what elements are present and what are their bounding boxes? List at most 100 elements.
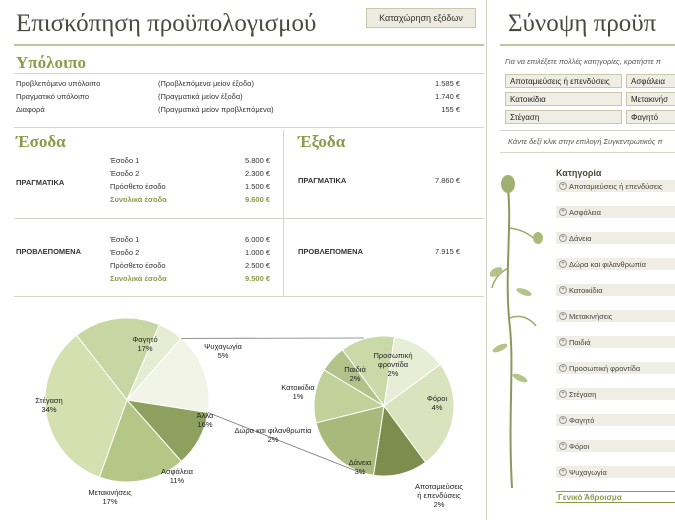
category-item[interactable]: + Αποταμιεύσεις ή επενδύσεις	[556, 180, 675, 192]
balance-value: 1.740 €	[434, 92, 460, 101]
expand-icon[interactable]: +	[559, 442, 567, 450]
category-item[interactable]: + Προσωπική φροντίδα	[556, 362, 675, 374]
income-row: Έσοδο 1 5.800 €	[110, 156, 270, 169]
expenses-actual-value: 7.860 €	[434, 176, 460, 185]
expand-icon[interactable]: +	[559, 364, 567, 372]
category-item-label: Δάνεια	[569, 233, 592, 243]
balance-label: Προβλεπόμενο υπόλοιπο	[16, 79, 101, 88]
category-item-label: Μετακινήσεις	[569, 311, 613, 321]
expand-icon[interactable]: +	[559, 208, 567, 216]
category-item-label: Στέγαση	[569, 389, 597, 399]
expand-icon[interactable]: +	[559, 260, 567, 268]
category-item[interactable]: + Φαγητό	[556, 414, 675, 426]
income-total-value: 9.500 €	[244, 274, 270, 283]
income-total-row: Συνολικά έσοδα 9.500 €	[110, 274, 270, 287]
category-item[interactable]: + Παιδιά	[556, 336, 675, 348]
slicer-hint: Για να επιλέξετε πολλές κατηγορίες, κρατ…	[505, 57, 661, 66]
pivot-divider	[500, 152, 675, 153]
slicer-divider	[500, 130, 675, 131]
expand-icon[interactable]: +	[559, 234, 567, 242]
income-total-row: Συνολικά έσοδα 9.600 €	[110, 195, 270, 208]
sheet-separator	[486, 0, 487, 520]
budget-overview-title: Επισκόπηση προϋπολογισμού	[16, 10, 317, 37]
slicer-transport[interactable]: Μετακινήσ	[626, 92, 675, 106]
category-item-label: Ψυχαγωγία	[569, 467, 607, 477]
income-expenses-separator	[283, 130, 284, 296]
category-item[interactable]: + Φόροι	[556, 440, 675, 452]
budget-summary-title: Σύνοψη προϋπ	[508, 10, 657, 37]
income-row-label: Πρόσθετο έσοδο	[110, 261, 166, 270]
income-row-value: 2.500 €	[244, 261, 270, 270]
expand-icon[interactable]: +	[559, 468, 567, 476]
category-item[interactable]: + Κατοικίδια	[556, 284, 675, 296]
income-mid-divider	[14, 218, 484, 219]
summary-title-divider	[500, 44, 675, 46]
income-row-label: Έσοδο 1	[110, 235, 140, 244]
category-item-label: Κατοικίδια	[569, 285, 603, 295]
pie-label-μετακινήσεις: Μετακινήσεις 17%	[88, 488, 132, 506]
category-item-label: Ασφάλεια	[569, 207, 601, 217]
pie-label-κατοικίδια: Κατοικίδια 1%	[281, 383, 315, 401]
income-row: Έσοδο 2 2.300 €	[110, 169, 270, 182]
plant-illustration-icon	[490, 175, 543, 489]
category-item-label: Φόροι	[569, 441, 590, 451]
slicer-pets[interactable]: Κατοικίδια	[505, 92, 622, 106]
pie-label-άλλα: Άλλα 16%	[197, 411, 214, 429]
income-total-label: Συνολικά έσοδα	[110, 274, 167, 283]
category-item-label: Προσωπική φροντίδα	[569, 363, 641, 373]
income-row-label: Έσοδο 2	[110, 169, 140, 178]
slicer-savings[interactable]: Αποταμιεύσεις ή επενδύσεις	[505, 74, 622, 88]
slicer-housing[interactable]: Στέγαση	[505, 110, 622, 124]
income-row-value: 5.800 €	[244, 156, 270, 165]
income-row-value: 2.300 €	[244, 169, 270, 178]
income-row: Έσοδο 1 6.000 €	[110, 235, 270, 248]
income-top-divider	[14, 127, 484, 128]
income-row-label: Έσοδο 1	[110, 156, 140, 165]
title-divider	[14, 44, 484, 46]
category-list: + Αποταμιεύσεις ή επενδύσεις + Ασφάλεια + Δ…	[556, 180, 675, 488]
expenses-projected-value: 7.915 €	[434, 247, 460, 256]
category-item[interactable]: + Ασφάλεια	[556, 206, 675, 218]
expand-icon[interactable]: +	[559, 312, 567, 320]
income-projected-table: Έσοδο 1 6.000 € Έσοδο 2 1.000 € Πρόσθετο…	[110, 235, 270, 287]
income-row-value: 1.500 €	[244, 182, 270, 191]
pie-label-αποταμιεύσεις-ή-επενδύσεις: Αποταμιεύσεις ή επενδύσεις 2%	[415, 482, 463, 509]
chart-top-divider	[14, 296, 484, 297]
balance-divider	[14, 73, 484, 74]
income-row: Έσοδο 2 1.000 €	[110, 248, 270, 261]
category-item[interactable]: + Δώρα και φιλανθρωπία	[556, 258, 675, 270]
pivot-hint: Κάντε δεξί κλικ στην επιλογή Συγκεντρωτι…	[508, 137, 663, 146]
income-row-label: Πρόσθετο έσοδο	[110, 182, 166, 191]
balance-formula: (Πραγματικά μείον έξοδα)	[158, 92, 243, 101]
category-item[interactable]: + Ψυχαγωγία	[556, 466, 675, 478]
balance-label: Πραγματικό υπόλοιπο	[16, 92, 89, 101]
expand-icon[interactable]: +	[559, 286, 567, 294]
category-item-label: Δώρα και φιλανθρωπία	[569, 259, 646, 269]
pie-label-δώρα-και-φιλανθρωπία: Δώρα και φιλανθρωπία 2%	[235, 426, 313, 444]
income-row-value: 6.000 €	[244, 235, 270, 244]
income-row-value: 1.000 €	[244, 248, 270, 257]
slicer-food[interactable]: Φαγητό	[626, 110, 675, 124]
balance-heading: Υπόλοιπο	[16, 53, 87, 72]
category-header: Κατηγορία	[556, 168, 602, 178]
category-item[interactable]: + Στέγαση	[556, 388, 675, 400]
income-row: Πρόσθετο έσοδο 1.500 €	[110, 182, 270, 195]
expand-icon[interactable]: +	[559, 416, 567, 424]
category-item[interactable]: + Μετακινήσεις	[556, 310, 675, 322]
expand-icon[interactable]: +	[559, 390, 567, 398]
expand-icon[interactable]: +	[559, 338, 567, 346]
balance-row: Διαφορά (Πραγματικά μείον προβλεπόμενα) …	[16, 105, 460, 118]
expenses-projected-label: ΠΡΟΒΛΕΠΟΜΕΝΑ	[298, 247, 364, 256]
expand-icon[interactable]: +	[559, 182, 567, 190]
slicer-insurance[interactable]: Ασφάλεια	[626, 74, 675, 88]
balance-row: Πραγματικό υπόλοιπο (Πραγματικά μείον έξ…	[16, 92, 460, 105]
income-total-value: 9.600 €	[244, 195, 270, 204]
expenses-actual-label: ΠΡΑΓΜΑΤΙΚΑ	[298, 176, 347, 185]
enter-expenses-button[interactable]: Καταχώρηση εξόδων	[366, 8, 476, 28]
income-actual-label: ΠΡΑΓΜΑΤΙΚΑ	[16, 178, 65, 187]
category-item[interactable]: + Δάνεια	[556, 232, 675, 244]
income-total-label: Συνολικά έσοδα	[110, 195, 167, 204]
balance-formula: (Προβλεπόμενα μείον έξοδα)	[158, 79, 254, 88]
expenses-pie-of-pie-chart: Φαγητό 17% Ψυχαγωγία 5%Άλλα 16%Ασφάλεια 11%Με…	[35, 317, 463, 509]
income-row-label: Έσοδο 2	[110, 248, 140, 257]
